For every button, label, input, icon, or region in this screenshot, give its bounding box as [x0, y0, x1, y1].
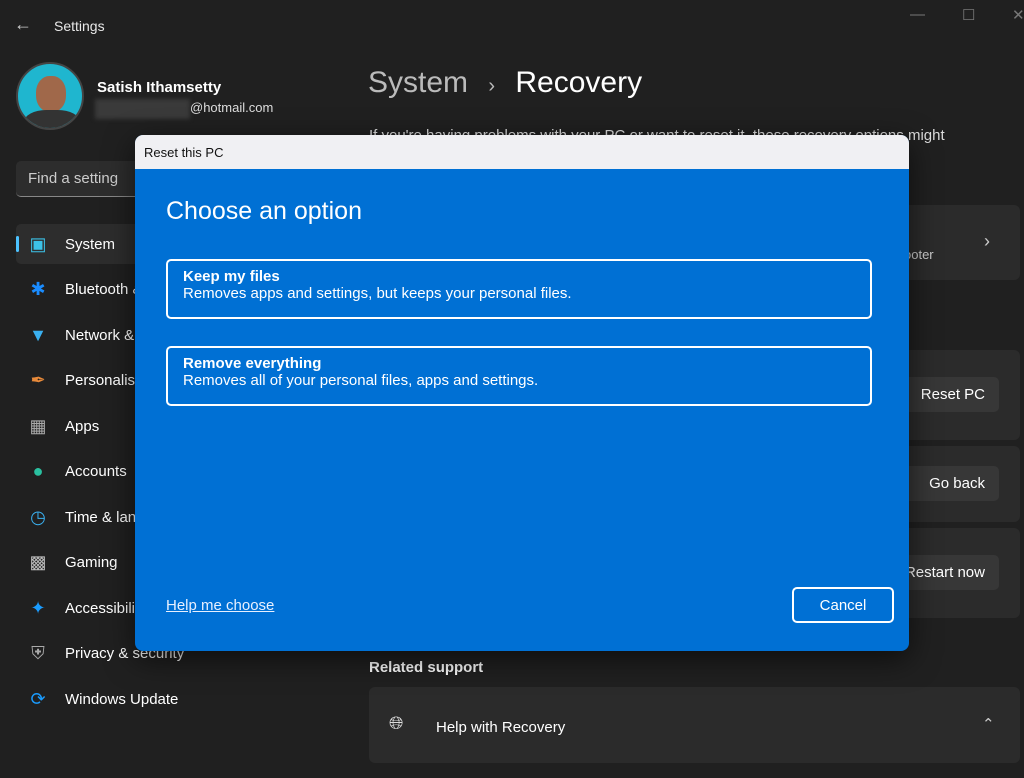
brush-icon: ✒: [30, 369, 46, 390]
person-icon: ●: [32, 460, 44, 481]
sidebar-item-windows-update[interactable]: ⟳ Windows Update: [16, 679, 346, 719]
keep-my-files-option[interactable]: Keep my files Removes apps and settings, …: [166, 259, 872, 319]
window-title: Settings: [54, 18, 105, 34]
monitor-icon: ▣: [29, 233, 47, 254]
option-description: Removes all of your personal files, apps…: [183, 372, 539, 389]
page-title: Recovery: [515, 66, 643, 99]
wifi-icon: ▼: [29, 324, 47, 345]
chevron-right-icon: ›: [984, 231, 990, 251]
accessibility-icon: ✦: [30, 597, 46, 618]
breadcrumb: System › Recovery: [368, 66, 642, 100]
globe-icon: 🌐︎: [389, 713, 404, 733]
remove-everything-option[interactable]: Remove everything Removes all of your per…: [166, 346, 872, 406]
related-support-heading: Related support: [369, 659, 484, 676]
option-title: Remove everything: [183, 355, 322, 372]
minimize-button[interactable]: —: [910, 6, 925, 23]
avatar[interactable]: [16, 62, 84, 130]
email-redacted: [95, 99, 190, 119]
breadcrumb-system[interactable]: System: [368, 66, 468, 99]
chevron-right-icon: ›: [488, 75, 496, 97]
user-email: @hotmail.com: [190, 100, 274, 115]
sidebar-item-label: System: [65, 235, 116, 253]
apps-icon: ▦: [29, 415, 47, 436]
sidebar-item-label: Accounts: [65, 462, 127, 480]
gamepad-icon: ▩: [29, 551, 47, 572]
user-name: Satish Ithamsetty: [97, 79, 222, 96]
help-me-choose-link[interactable]: Help me choose: [166, 597, 274, 614]
shield-icon: ⛨: [31, 642, 45, 663]
reset-this-pc-dialog: Reset this PC Choose an option Keep my f…: [135, 135, 909, 651]
back-arrow-icon[interactable]: ←: [14, 14, 32, 35]
update-icon: ⟳: [30, 688, 46, 709]
close-button[interactable]: ✕: [1012, 6, 1024, 24]
chevron-up-icon[interactable]: ⌃: [982, 715, 995, 733]
bluetooth-icon: ✱: [30, 278, 46, 299]
option-title: Keep my files: [183, 268, 280, 285]
help-with-recovery[interactable]: 🌐︎ Help with Recovery ⌃: [369, 687, 1020, 763]
sidebar-item-label: Gaming: [65, 553, 118, 571]
dialog-title: Reset this PC: [135, 135, 909, 169]
help-with-recovery-label: Help with Recovery: [436, 719, 566, 736]
maximize-button[interactable]: ☐: [962, 6, 975, 24]
sidebar-item-label: Windows Update: [65, 690, 179, 708]
dialog-heading: Choose an option: [166, 197, 362, 225]
cancel-button[interactable]: Cancel: [792, 587, 894, 623]
sidebar-item-label: Apps: [65, 417, 100, 435]
option-description: Removes apps and settings, but keeps you…: [183, 285, 572, 302]
globe-clock-icon: ◷: [30, 506, 46, 527]
